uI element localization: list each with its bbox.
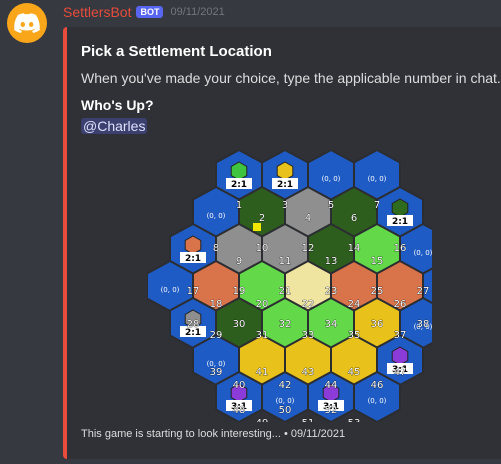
settlement-node-number[interactable]: 46	[370, 380, 384, 392]
settlement-node-number[interactable]: 37	[393, 330, 407, 342]
settlement-node-number[interactable]: 40	[232, 380, 246, 392]
settlement-node-number[interactable]: 39	[209, 367, 223, 379]
settlement-node-number[interactable]: 33	[301, 330, 315, 342]
harbor-ratio: 2:1	[231, 180, 247, 190]
settlement-node-number[interactable]: 23	[324, 286, 338, 298]
settlement-node-number[interactable]: 2	[259, 213, 266, 225]
settlement-node-number[interactable]: 19	[232, 286, 246, 298]
settlement-node-number[interactable]: 29	[209, 330, 223, 342]
field-name: Who's Up?	[81, 97, 154, 113]
settlement-node-number[interactable]: 1	[236, 200, 243, 212]
settlement-node-number[interactable]: 5	[328, 200, 335, 212]
embed-description: When you've made your choice, type the a…	[81, 70, 501, 86]
settlement-node-number[interactable]: 42	[278, 380, 292, 392]
settlement-node-number[interactable]: 52	[324, 405, 338, 417]
catan-board[interactable]: (0, 0) (0, 0) (0, 0) (0, 0) (0, 0) (0, 0) (0, …	[147, 150, 432, 422]
embed: Pick a Settlement Location When you've m…	[63, 27, 501, 459]
settlement-node-number[interactable]: 16	[393, 243, 407, 255]
tile-coordinates: (0, 0)	[322, 175, 341, 183]
settlement-node-number[interactable]: 17	[186, 286, 200, 298]
harbor-resource-icon	[184, 235, 202, 255]
settlement-node-number[interactable]: 22	[301, 299, 315, 311]
settlement-node-number[interactable]: 28	[186, 319, 200, 331]
settlement-node-number[interactable]: 9	[236, 256, 243, 268]
settlement-node-number[interactable]: 41	[255, 367, 269, 379]
settlement-node-number[interactable]: 3	[282, 200, 289, 212]
message-timestamp: 09/11/2021	[170, 6, 225, 18]
settlement-node-number[interactable]: 10	[255, 243, 269, 255]
settlement-node-number[interactable]: 43	[301, 367, 315, 379]
settlement-node-number[interactable]: 45	[347, 367, 361, 379]
settlement-node-number[interactable]: 6	[351, 213, 358, 225]
harbor-resource-icon	[276, 161, 294, 181]
settlement-node-number[interactable]: 7	[374, 200, 381, 212]
settlement-node-number[interactable]: 14	[347, 243, 361, 255]
tile-coordinates: (0, 0)	[368, 175, 387, 183]
tile-coordinates: (0, 0)	[207, 212, 226, 220]
settlement-node-number[interactable]: 4	[305, 213, 312, 225]
settlement-node-number[interactable]: 34	[324, 319, 338, 331]
settlement-node-number[interactable]: 15	[370, 256, 384, 268]
user-mention[interactable]: @Charles	[81, 118, 148, 134]
settlement-node-number[interactable]: 26	[393, 299, 407, 311]
settlement-node-number[interactable]: 20	[255, 299, 269, 311]
settlement-node-number[interactable]: 13	[324, 256, 338, 268]
harbor-ratio: 2:1	[185, 254, 201, 264]
embed-footer: This game is starting to look interestin…	[81, 428, 346, 440]
settlement-node-number[interactable]: 27	[416, 286, 430, 298]
settlement-node-number[interactable]: 48	[232, 405, 246, 417]
settlement-node-number[interactable]: 21	[278, 286, 292, 298]
discord-logo-icon	[14, 13, 40, 33]
settlement-node-number[interactable]: 25	[370, 286, 384, 298]
tile-coordinates: (0, 0)	[276, 397, 295, 405]
message-header: SettlersBot BOT 09/11/2021	[63, 3, 225, 21]
harbor-resource-icon	[391, 346, 409, 366]
settlement-node-number[interactable]: 53	[347, 418, 361, 422]
settlement-node-number[interactable]: 18	[209, 299, 223, 311]
settlement-node-number[interactable]: 12	[301, 243, 315, 255]
bot-badge: BOT	[136, 6, 164, 18]
settlement-node-number[interactable]: 47	[393, 367, 407, 379]
settlement-node-number[interactable]: 35	[347, 330, 361, 342]
harbor-ratio: 2:1	[277, 180, 293, 190]
settlement-node-number[interactable]: 36	[370, 319, 384, 331]
username[interactable]: SettlersBot	[63, 4, 131, 20]
harbor-resource-icon	[391, 198, 409, 218]
settlement-node-number[interactable]: 38	[416, 319, 430, 331]
settlement-node-number[interactable]: 44	[324, 380, 338, 392]
settlement-node-number[interactable]: 8	[213, 243, 220, 255]
settlement-node-number[interactable]: 51	[301, 418, 315, 422]
embed-title: Pick a Settlement Location	[81, 43, 272, 60]
settlement-node-number[interactable]: 50	[278, 405, 292, 417]
settlement-node-number[interactable]: 49	[255, 418, 269, 422]
tile-coordinates: (0, 0)	[368, 397, 387, 405]
bot-avatar[interactable]	[7, 3, 47, 43]
settlement-node-number[interactable]: 31	[255, 330, 269, 342]
settlement-node-number[interactable]: 11	[278, 256, 292, 268]
harbor-ratio: 2:1	[392, 217, 408, 227]
tile-coordinates: (0, 0)	[161, 286, 180, 294]
settlement-node-number[interactable]: 30	[232, 319, 246, 331]
settlement-marker	[253, 223, 261, 231]
tile-coordinates: (0, 0)	[414, 249, 432, 257]
settlement-node-number[interactable]: 24	[347, 299, 361, 311]
settlement-node-number[interactable]: 32	[278, 319, 292, 331]
harbor-resource-icon	[230, 161, 248, 181]
